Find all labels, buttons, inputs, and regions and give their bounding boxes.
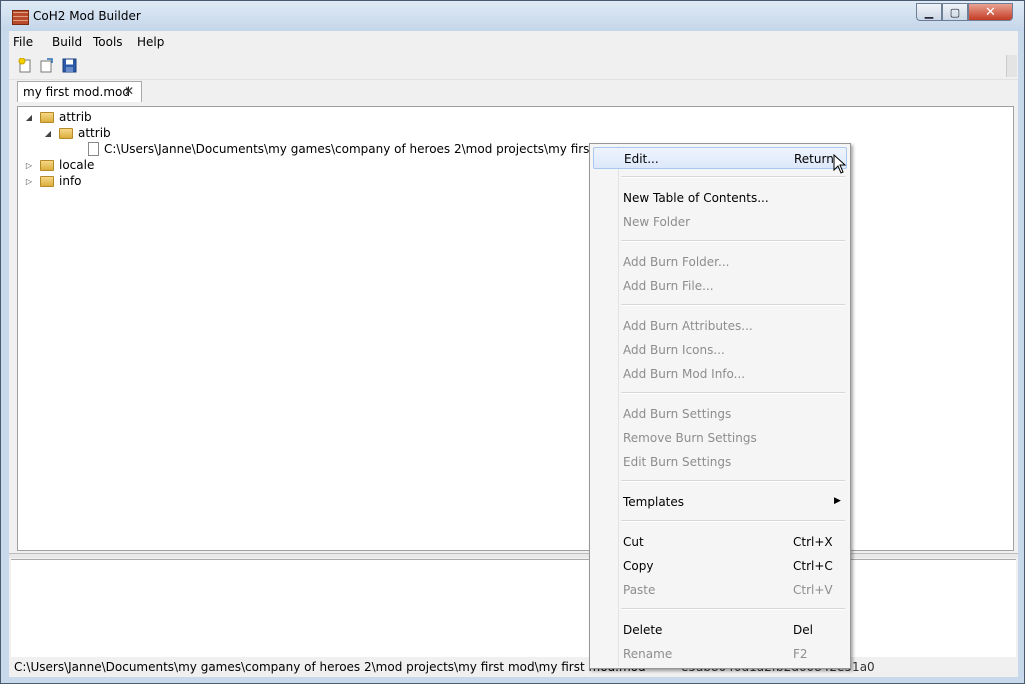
ctx-shortcut: Ctrl+V bbox=[793, 583, 833, 597]
tree-item-label: locale bbox=[59, 158, 95, 172]
menu-separator bbox=[621, 304, 845, 306]
folder-icon bbox=[40, 175, 54, 187]
status-path: C:\Users\Janne\Documents\my games\compan… bbox=[14, 660, 646, 674]
ctx-new-toc[interactable]: New Table of Contents... bbox=[593, 187, 847, 209]
toolbar-overflow[interactable] bbox=[1006, 55, 1017, 77]
collapse-arrow-icon[interactable]: ◢ bbox=[24, 113, 34, 122]
folder-icon bbox=[40, 111, 54, 123]
tree-item-attrib-child[interactable]: ◢ attrib bbox=[43, 125, 111, 141]
minimize-icon: ▁ bbox=[924, 5, 934, 19]
collapse-arrow-icon[interactable]: ◢ bbox=[43, 129, 53, 138]
menu-bar: File Build Tools Help bbox=[9, 31, 1018, 53]
menu-separator bbox=[621, 520, 845, 522]
ctx-shortcut: Return bbox=[794, 152, 834, 166]
ctx-shortcut: Del bbox=[793, 623, 813, 637]
submenu-arrow-icon: ▶ bbox=[834, 496, 841, 506]
close-button[interactable]: ✕ bbox=[968, 3, 1013, 21]
ctx-label: Remove Burn Settings bbox=[623, 431, 757, 445]
ctx-add-burn-folder[interactable]: Add Burn Folder... bbox=[593, 251, 847, 273]
ctx-label: Cut bbox=[623, 535, 644, 549]
expand-arrow-icon[interactable]: ▷ bbox=[24, 161, 34, 170]
ctx-label: New Table of Contents... bbox=[623, 191, 769, 205]
tree-item-info[interactable]: ▷ info bbox=[24, 173, 82, 189]
tree-item-file[interactable]: C:\Users\Janne\Documents\my games\compan… bbox=[88, 141, 661, 157]
save-icon[interactable] bbox=[62, 58, 77, 73]
tree-item-label: attrib bbox=[59, 110, 92, 124]
tab-close-icon[interactable]: ✕ bbox=[124, 84, 134, 98]
ctx-label: Paste bbox=[623, 583, 656, 597]
title-bar[interactable]: CoH2 Mod Builder ▁ ▢ ✕ bbox=[1, 1, 1024, 31]
new-file-icon[interactable] bbox=[18, 58, 33, 73]
ctx-edit-burn-settings[interactable]: Edit Burn Settings bbox=[593, 451, 847, 473]
mod-tree-panel: ◢ attrib ◢ attrib C:\Users\Janne\Documen… bbox=[17, 106, 1014, 551]
menu-separator bbox=[621, 608, 845, 610]
ctx-templates[interactable]: Templates ▶ bbox=[593, 491, 847, 513]
brick-wall-icon bbox=[12, 10, 29, 25]
maximize-icon: ▢ bbox=[949, 5, 961, 19]
toolbar bbox=[9, 53, 1018, 80]
window-title: CoH2 Mod Builder bbox=[33, 9, 141, 23]
menu-separator bbox=[621, 240, 845, 242]
close-icon: ✕ bbox=[985, 4, 996, 20]
ctx-label: Add Burn Icons... bbox=[623, 343, 725, 357]
ctx-label: Add Burn Mod Info... bbox=[623, 367, 746, 381]
maximize-button[interactable]: ▢ bbox=[942, 3, 968, 21]
file-icon bbox=[88, 142, 99, 156]
ctx-label: Templates bbox=[623, 495, 685, 509]
ctx-label: Edit... bbox=[624, 152, 659, 166]
menu-tools[interactable]: Tools bbox=[93, 35, 123, 49]
ctx-add-burn-attributes[interactable]: Add Burn Attributes... bbox=[593, 315, 847, 337]
expand-arrow-icon[interactable]: ▷ bbox=[24, 177, 34, 186]
client-area: File Build Tools Help my first mod.mod ✕… bbox=[9, 31, 1018, 677]
menu-separator bbox=[621, 392, 845, 394]
context-menu: Edit... Return New Table of Contents... … bbox=[589, 143, 851, 669]
ctx-label: Edit Burn Settings bbox=[623, 455, 732, 469]
ctx-copy[interactable]: Copy Ctrl+C bbox=[593, 555, 847, 577]
ctx-add-burn-settings[interactable]: Add Burn Settings bbox=[593, 403, 847, 425]
ctx-label: Add Burn Folder... bbox=[623, 255, 730, 269]
ctx-shortcut: Ctrl+C bbox=[793, 559, 833, 573]
ctx-add-burn-file[interactable]: Add Burn File... bbox=[593, 275, 847, 297]
menu-separator bbox=[621, 480, 845, 482]
ctx-label: Copy bbox=[623, 559, 654, 573]
status-bar: C:\Users\Janne\Documents\my games\compan… bbox=[9, 657, 1018, 677]
tree-item-attrib[interactable]: ◢ attrib bbox=[24, 109, 92, 125]
ctx-shortcut: F2 bbox=[793, 647, 808, 661]
ctx-label: Add Burn File... bbox=[623, 279, 714, 293]
tree-item-locale[interactable]: ▷ locale bbox=[24, 157, 94, 173]
ctx-new-folder[interactable]: New Folder bbox=[593, 211, 847, 233]
ctx-delete[interactable]: Delete Del bbox=[593, 619, 847, 641]
menu-file[interactable]: File bbox=[13, 35, 33, 49]
ctx-add-burn-mod-info[interactable]: Add Burn Mod Info... bbox=[593, 363, 847, 385]
folder-icon bbox=[59, 127, 73, 139]
mouse-cursor-icon bbox=[833, 154, 847, 174]
minimize-button[interactable]: ▁ bbox=[916, 3, 942, 21]
folder-icon bbox=[40, 159, 54, 171]
ctx-cut[interactable]: Cut Ctrl+X bbox=[593, 531, 847, 553]
output-panel bbox=[11, 559, 1016, 658]
tree-item-label: info bbox=[59, 174, 82, 188]
tree-item-label: C:\Users\Janne\Documents\my games\compan… bbox=[104, 142, 662, 156]
ctx-paste[interactable]: Paste Ctrl+V bbox=[593, 579, 847, 601]
open-file-icon[interactable] bbox=[39, 58, 54, 73]
ctx-shortcut: Ctrl+X bbox=[793, 535, 833, 549]
tree-item-label: attrib bbox=[78, 126, 111, 140]
ctx-edit[interactable]: Edit... Return bbox=[593, 147, 847, 169]
menu-separator bbox=[621, 176, 845, 178]
ctx-add-burn-icons[interactable]: Add Burn Icons... bbox=[593, 339, 847, 361]
menu-help[interactable]: Help bbox=[137, 35, 164, 49]
tab-label: my first mod.mod bbox=[23, 85, 130, 99]
tab-my-first-mod[interactable]: my first mod.mod ✕ bbox=[17, 81, 142, 102]
ctx-label: New Folder bbox=[623, 215, 691, 229]
ctx-label: Add Burn Attributes... bbox=[623, 319, 753, 333]
ctx-label: Rename bbox=[623, 647, 673, 661]
menu-build[interactable]: Build bbox=[52, 35, 82, 49]
panel-splitter[interactable] bbox=[9, 553, 1018, 558]
ctx-rename[interactable]: Rename F2 bbox=[593, 643, 847, 665]
ctx-label: Add Burn Settings bbox=[623, 407, 732, 421]
ctx-remove-burn-settings[interactable]: Remove Burn Settings bbox=[593, 427, 847, 449]
ctx-label: Delete bbox=[623, 623, 663, 637]
app-window: CoH2 Mod Builder ▁ ▢ ✕ File Build Tools … bbox=[0, 0, 1025, 684]
